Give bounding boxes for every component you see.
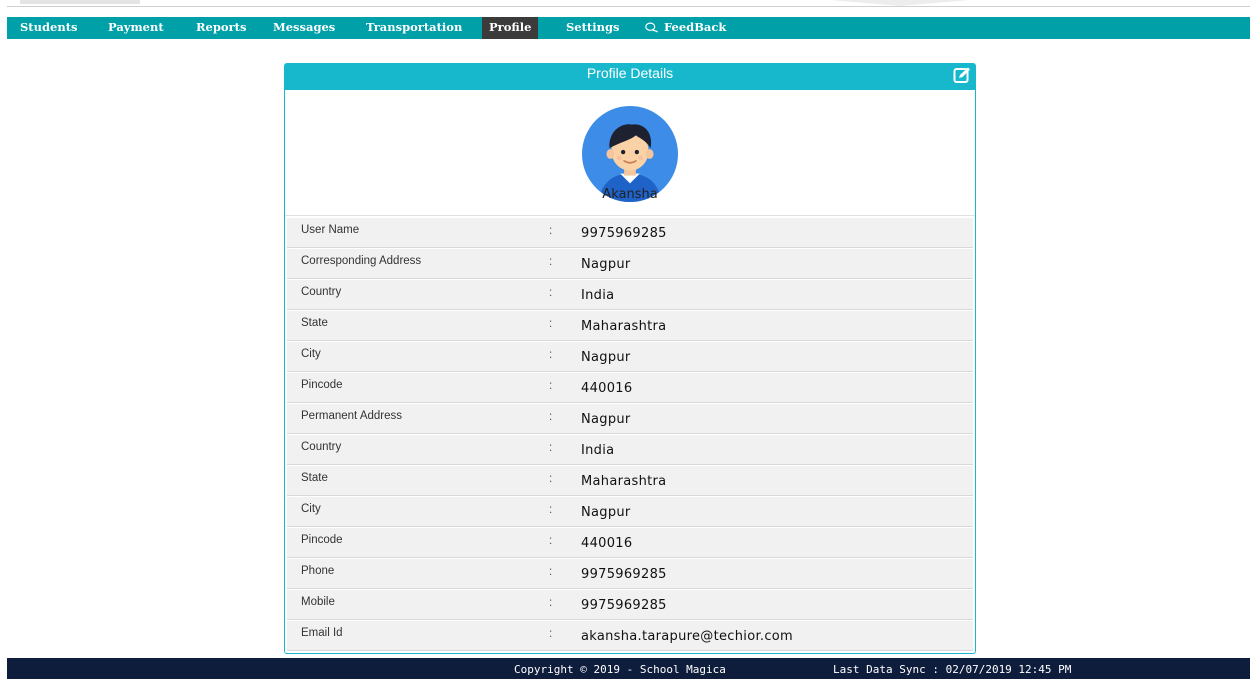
field-separator: : xyxy=(549,628,553,640)
field-separator: : xyxy=(549,504,553,516)
profile-row: City: Nagpur xyxy=(287,342,973,372)
edit-icon[interactable] xyxy=(953,66,971,84)
field-separator: : xyxy=(549,225,553,237)
field-separator: : xyxy=(549,256,553,268)
avatar-section: Akansha xyxy=(285,90,975,216)
last-sync-text: Last Data Sync : 02/07/2019 12:45 PM xyxy=(833,663,1072,676)
field-label: Email Id xyxy=(301,627,343,639)
field-value: Nagpur xyxy=(581,257,631,272)
chat-bubbles-icon xyxy=(645,22,659,33)
field-value: akansha.tarapure@techior.com xyxy=(581,629,794,644)
field-separator: : xyxy=(549,380,553,392)
profile-row: State: Maharashtra xyxy=(287,466,973,496)
panel-title: Profile Details xyxy=(586,65,674,81)
field-label: Mobile xyxy=(301,596,335,608)
field-separator: : xyxy=(549,473,553,485)
profile-row: Country: India xyxy=(287,280,973,310)
field-value: 440016 xyxy=(581,381,633,396)
field-label: State xyxy=(301,317,328,329)
profile-details-panel: Profile Details Akansha User Name: 9975… xyxy=(284,63,976,654)
field-value: Nagpur xyxy=(581,505,631,520)
nav-item-messages[interactable]: Messages xyxy=(273,17,335,39)
field-label: Country xyxy=(301,286,342,298)
field-label: State xyxy=(301,472,328,484)
footer: Copyright © 2019 - School Magica Last Da… xyxy=(7,658,1250,679)
profile-name: Akansha xyxy=(602,187,658,202)
field-label: City xyxy=(301,348,321,360)
field-label: Pincode xyxy=(301,379,343,391)
field-label: Pincode xyxy=(301,534,343,546)
profile-row: Email Id: akansha.tarapure@techior.com xyxy=(287,621,973,651)
profile-field-list: User Name: 9975969285 Corresponding Addres… xyxy=(287,218,973,652)
field-separator: : xyxy=(549,535,553,547)
field-value: Maharashtra xyxy=(581,319,667,334)
field-label: User Name xyxy=(301,224,360,236)
profile-row: Country: India xyxy=(287,435,973,465)
top-strip xyxy=(0,0,1250,17)
nav-item-reports[interactable]: Reports xyxy=(196,17,246,39)
field-value: 9975969285 xyxy=(581,567,667,582)
profile-row: Permanent Address: Nagpur xyxy=(287,404,973,434)
field-separator: : xyxy=(549,442,553,454)
field-value: India xyxy=(581,443,615,458)
field-separator: : xyxy=(549,318,553,330)
profile-row: State: Maharashtra xyxy=(287,311,973,341)
field-label: Phone xyxy=(301,565,335,577)
profile-row: City: Nagpur xyxy=(287,497,973,527)
field-separator: : xyxy=(549,287,553,299)
profile-row: Mobile: 9975969285 xyxy=(287,590,973,620)
nav-item-students[interactable]: Students xyxy=(20,17,77,39)
field-label: City xyxy=(301,503,321,515)
nav-item-payment[interactable]: Payment xyxy=(108,17,164,39)
field-separator: : xyxy=(549,597,553,609)
header-remnant xyxy=(20,0,140,4)
profile-row: User Name: 9975969285 xyxy=(287,218,973,248)
field-value: 9975969285 xyxy=(581,226,667,241)
field-value: Nagpur xyxy=(581,350,631,365)
header-divider xyxy=(7,6,1250,7)
field-label: Permanent Address xyxy=(301,410,403,422)
nav-item-profile[interactable]: Profile xyxy=(482,17,539,39)
panel-header: Profile Details xyxy=(285,64,975,90)
nav-item-feedback-label: FeedBack xyxy=(664,20,727,34)
field-label: Corresponding Address xyxy=(301,255,422,267)
field-value: Maharashtra xyxy=(581,474,667,489)
profile-row: Pincode: 440016 xyxy=(287,528,973,558)
field-value: Nagpur xyxy=(581,412,631,427)
profile-row: Corresponding Address: Nagpur xyxy=(287,249,973,279)
field-value: 440016 xyxy=(581,536,633,551)
field-label: Country xyxy=(301,441,342,453)
main-nav: Students Payment Reports Messages Transp… xyxy=(7,17,1250,39)
nav-item-transportation[interactable]: Transportation xyxy=(366,17,462,39)
copyright-text: Copyright © 2019 - School Magica xyxy=(514,663,726,676)
field-value: 9975969285 xyxy=(581,598,667,613)
nav-item-settings[interactable]: Settings xyxy=(566,17,620,39)
profile-row: Phone: 9975969285 xyxy=(287,559,973,589)
field-separator: : xyxy=(549,566,553,578)
field-value: India xyxy=(581,288,615,303)
nav-item-feedback[interactable]: FeedBack xyxy=(645,17,726,39)
field-separator: : xyxy=(549,411,553,423)
field-separator: : xyxy=(549,349,553,361)
profile-row: Pincode: 440016 xyxy=(287,373,973,403)
